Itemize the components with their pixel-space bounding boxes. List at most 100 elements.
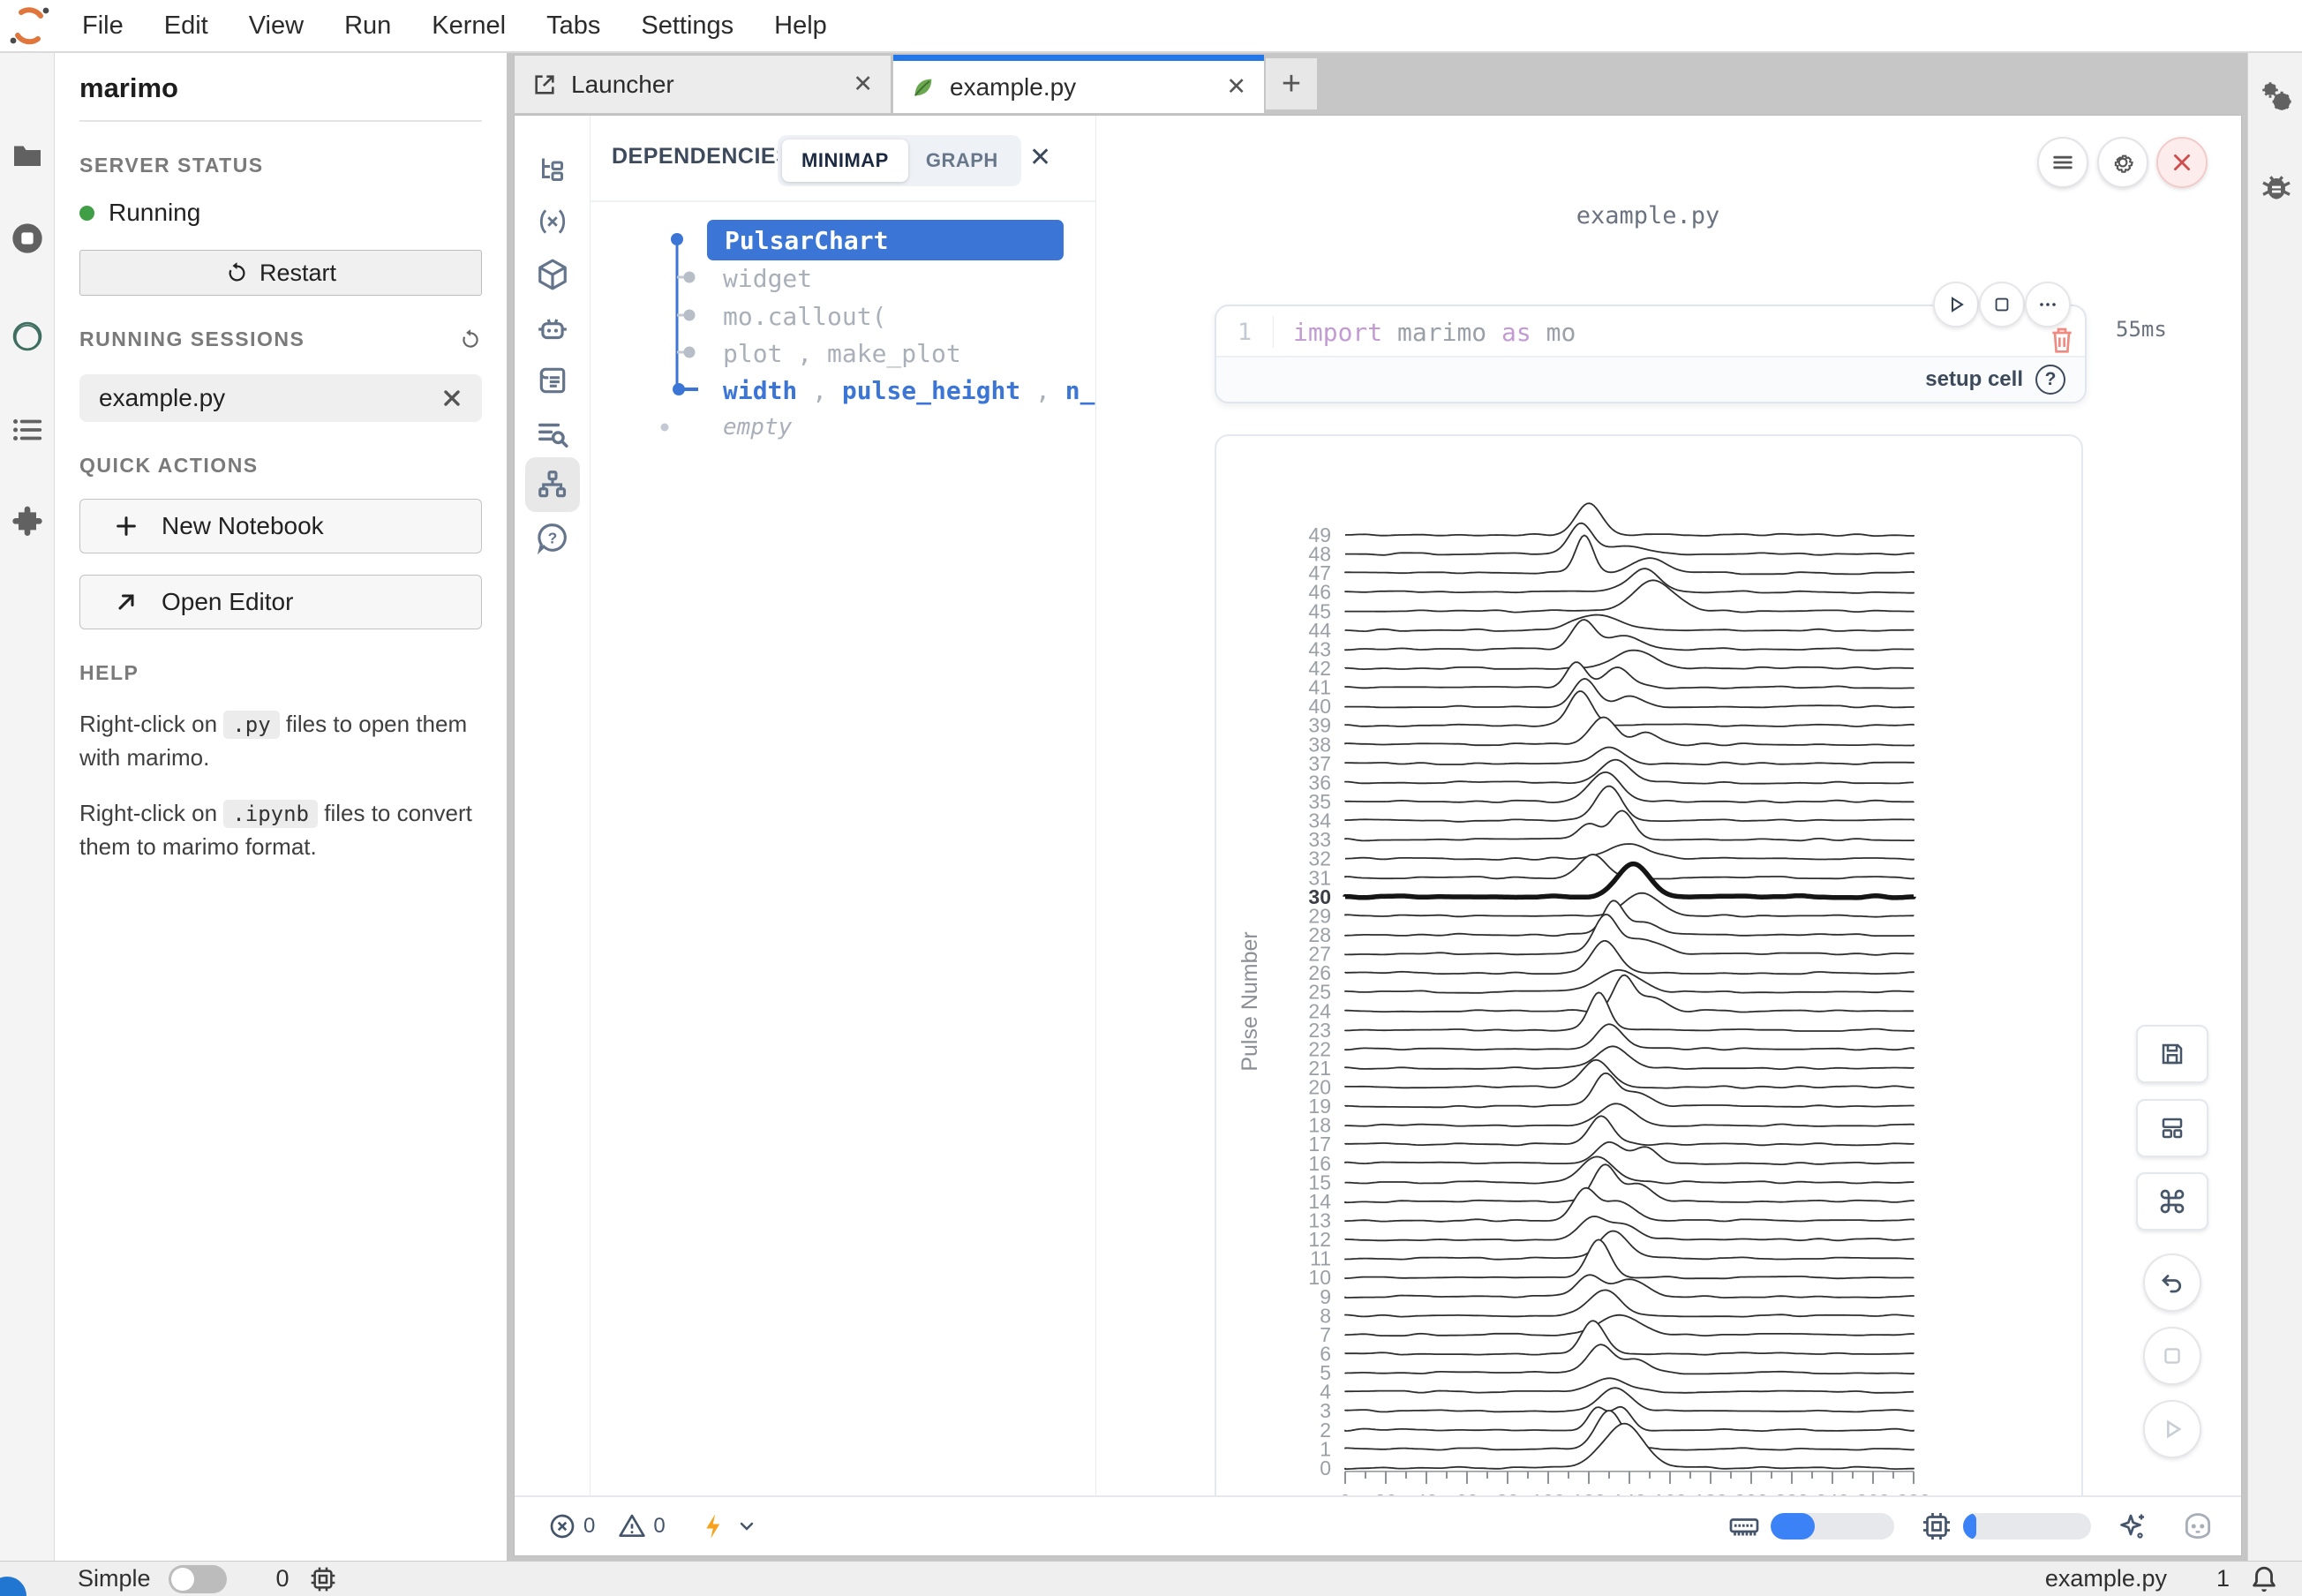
- menu-tabs[interactable]: Tabs: [526, 11, 621, 41]
- interrupt-button[interactable]: [2143, 1327, 2201, 1385]
- statusbar-current-file[interactable]: example.py: [2045, 1565, 2167, 1592]
- file-browser-folder-icon[interactable]: [11, 139, 43, 171]
- dependencies-close-icon[interactable]: ✕: [1029, 142, 1051, 173]
- open-editor-button[interactable]: Open Editor: [79, 575, 482, 629]
- help-paragraph-py: Right-click on .py files to open them wi…: [79, 708, 482, 774]
- py-extension-chip: .py: [223, 711, 279, 739]
- dependency-graph-icon[interactable]: [536, 468, 569, 501]
- help-chat-icon[interactable]: ?: [536, 521, 569, 554]
- status-dot: [79, 206, 94, 221]
- restart-icon: [225, 261, 249, 285]
- menu-bar: File Edit View Run Kernel Tabs Settings …: [0, 0, 2302, 53]
- tab-launcher-label: Launcher: [571, 71, 674, 99]
- cpu-usage-fill: [1963, 1513, 1976, 1540]
- run-cell-button[interactable]: [1933, 282, 1979, 327]
- cell-more-button[interactable]: [2025, 282, 2071, 327]
- tab-example-close-icon[interactable]: ✕: [1226, 73, 1246, 101]
- marimo-tool-strip: ?: [515, 116, 591, 1555]
- kernel-chip-icon[interactable]: [309, 1565, 337, 1593]
- tree-node-empty[interactable]: empty: [723, 414, 792, 440]
- bell-icon[interactable]: [2249, 1564, 2279, 1594]
- simple-mode-label: Simple: [78, 1565, 151, 1592]
- chart-output-card: Pulse Number4948474645444342414039383736…: [1215, 434, 2083, 1495]
- tab-launcher-close-icon[interactable]: ✕: [853, 71, 873, 98]
- tab-launcher[interactable]: Launcher ✕: [514, 55, 891, 113]
- ai-robot-icon[interactable]: [536, 312, 569, 346]
- scroll-log-icon[interactable]: [536, 364, 569, 397]
- left-activity-bar: [0, 53, 55, 1561]
- layout-button[interactable]: [2136, 1099, 2208, 1157]
- quick-actions-heading: QUICK ACTIONS: [79, 454, 482, 478]
- tree-node-widget[interactable]: widget: [723, 264, 812, 293]
- running-kernels-icon[interactable]: [10, 221, 45, 256]
- save-button[interactable]: [2136, 1025, 2208, 1083]
- toggle-minimap[interactable]: MINIMAP: [782, 139, 908, 182]
- search-logs-icon[interactable]: [536, 417, 569, 450]
- package-cube-icon[interactable]: [536, 258, 569, 291]
- status-bar: Simple 0 example.py 1: [0, 1561, 2302, 1596]
- debugger-bug-icon[interactable]: [2259, 169, 2294, 205]
- toggle-knob: [171, 1568, 194, 1591]
- ellipsis-icon: [2037, 294, 2058, 315]
- cpu-icon: [1921, 1510, 1952, 1542]
- menu-settings[interactable]: Settings: [621, 11, 754, 41]
- variables-icon[interactable]: [536, 205, 569, 238]
- notebook-settings-button[interactable]: [2097, 137, 2148, 188]
- property-inspector-gears-icon[interactable]: [2258, 78, 2295, 115]
- ipynb-extension-chip: .ipynb: [223, 800, 318, 828]
- tab-example-py[interactable]: example.py ✕: [893, 55, 1264, 113]
- warnings-icon[interactable]: [618, 1512, 646, 1540]
- tree-node-callout[interactable]: mo.callout(: [723, 302, 886, 331]
- close-icon: [2170, 151, 2193, 174]
- notebook-menu-button[interactable]: [2037, 137, 2088, 188]
- restart-button[interactable]: Restart: [79, 250, 482, 296]
- close-session-icon[interactable]: [441, 388, 463, 409]
- menu-run[interactable]: Run: [324, 11, 411, 41]
- connection-lightning-icon[interactable]: [701, 1511, 727, 1541]
- cell-source-code[interactable]: import marimo as mo: [1293, 318, 1576, 347]
- sidebar-title: marimo: [79, 53, 482, 122]
- plus-icon: +: [1282, 65, 1301, 103]
- tree-node-plot[interactable]: plot , make_plot: [723, 339, 961, 368]
- errors-icon[interactable]: [548, 1512, 576, 1540]
- svg-text:Pulse Number: Pulse Number: [1238, 931, 1262, 1071]
- editor-status-bar: 0 0: [515, 1495, 2241, 1555]
- file-tree-icon[interactable]: [537, 154, 568, 186]
- gutter-divider: [1273, 316, 1274, 348]
- tree-node-variables[interactable]: width , pulse_height , n_poi: [723, 376, 1140, 405]
- new-tab-button[interactable]: +: [1266, 58, 1317, 109]
- menu-kernel[interactable]: Kernel: [411, 11, 526, 41]
- chevron-down-icon[interactable]: [736, 1516, 757, 1537]
- cpu-usage-bar: [1963, 1513, 2091, 1540]
- menu-help[interactable]: Help: [754, 11, 847, 41]
- session-item[interactable]: example.py: [79, 374, 482, 422]
- setup-help-icon[interactable]: ?: [2035, 365, 2065, 395]
- stop-cell-button[interactable]: [1979, 282, 2025, 327]
- svg-text:?: ?: [547, 529, 557, 546]
- menu-edit[interactable]: Edit: [144, 11, 229, 41]
- run-all-button[interactable]: [2143, 1400, 2201, 1458]
- ai-sparkle-icon[interactable]: [2118, 1510, 2149, 1542]
- menu-view[interactable]: View: [229, 11, 324, 41]
- extension-manager-puzzle-icon[interactable]: [10, 505, 45, 540]
- right-activity-bar: [2247, 53, 2302, 1561]
- table-of-contents-icon[interactable]: [11, 413, 44, 447]
- notebook-filename-title: example.py: [1576, 202, 1720, 230]
- layout-grid-icon: [2159, 1115, 2185, 1141]
- tree-node-pulsarchart[interactable]: PulsarChart: [707, 220, 1064, 260]
- notebook-shutdown-button[interactable]: [2156, 137, 2208, 188]
- command-palette-button[interactable]: [2136, 1172, 2208, 1231]
- undo-button[interactable]: [2143, 1253, 2201, 1312]
- marimo-sidebar-icon[interactable]: [9, 318, 46, 355]
- new-notebook-button[interactable]: New Notebook: [79, 499, 482, 553]
- menu-file[interactable]: File: [62, 11, 144, 41]
- refresh-sessions-icon[interactable]: [459, 328, 482, 351]
- error-count: 0: [583, 1514, 595, 1539]
- delete-cell-trash-icon[interactable]: [2048, 324, 2076, 356]
- hamburger-icon: [2050, 150, 2075, 175]
- copilot-icon[interactable]: [2181, 1509, 2215, 1543]
- document-panel: ? DEPENDENCIES MINIMAP GRAPH ✕: [514, 115, 2242, 1556]
- toggle-graph[interactable]: GRAPH: [908, 139, 1016, 182]
- setup-cell-label: setup cell: [1925, 367, 2023, 392]
- simple-mode-toggle[interactable]: [169, 1565, 227, 1593]
